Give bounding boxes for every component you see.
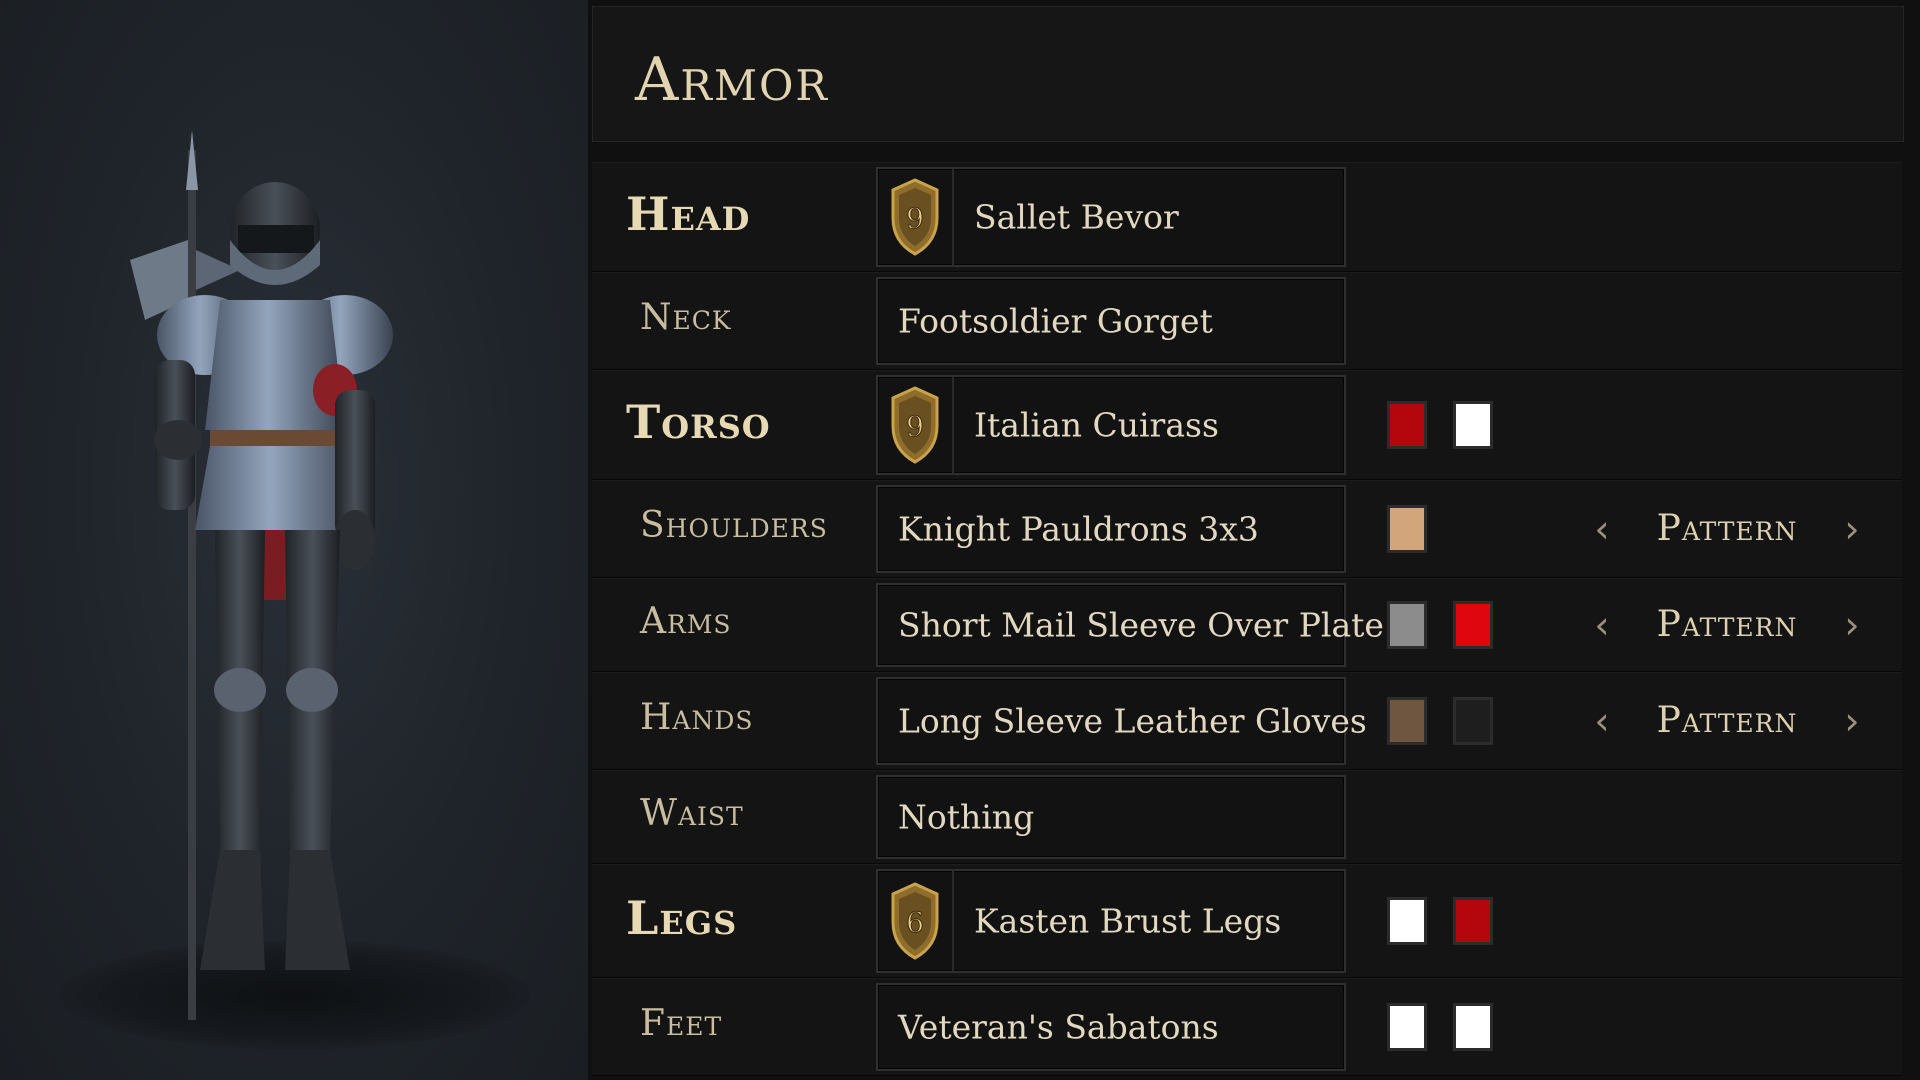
slot-label-legs: Legs — [626, 891, 738, 945]
item-select-arms[interactable]: Short Mail Sleeve Over Plate — [876, 583, 1384, 667]
pattern-selector-hands: ‹ Pattern › — [1577, 691, 1877, 751]
chevron-left-icon[interactable]: ‹ — [1577, 691, 1627, 751]
item-select-waist[interactable]: Nothing — [876, 775, 1346, 859]
slot-label-hands: Hands — [640, 697, 754, 738]
pattern-selector-arms: ‹ Pattern › — [1577, 595, 1877, 655]
pattern-label: Pattern — [1656, 700, 1798, 741]
color-swatch-torso-2[interactable] — [1453, 401, 1493, 449]
item-select-torso[interactable]: 9 Italian Cuirass — [876, 375, 1346, 475]
chevron-left-icon[interactable]: ‹ — [1577, 499, 1627, 559]
svg-text:9: 9 — [906, 202, 924, 235]
title-bar: Armor — [592, 6, 1904, 142]
slot-label-neck: Neck — [640, 297, 732, 338]
color-swatch-legs-2[interactable] — [1453, 897, 1493, 945]
chevron-left-icon[interactable]: ‹ — [1577, 595, 1627, 655]
item-name-shoulders: Knight Pauldrons 3x3 — [898, 509, 1259, 549]
slot-row-shoulders: Shoulders Knight Pauldrons 3x3 ‹ Pattern › — [592, 480, 1902, 578]
slot-row-legs: Legs 6 Kasten Brust Legs — [592, 864, 1902, 978]
pattern-label: Pattern — [1656, 604, 1798, 645]
color-swatch-legs-1[interactable] — [1387, 897, 1427, 945]
tier-badge-icon: 9 — [878, 169, 954, 265]
color-swatch-arms-1[interactable] — [1387, 601, 1427, 649]
color-swatch-shoulders-1[interactable] — [1387, 505, 1427, 553]
svg-text:6: 6 — [906, 906, 924, 939]
slot-label-waist: Waist — [640, 793, 744, 834]
item-name-arms: Short Mail Sleeve Over Plate — [898, 605, 1384, 645]
slot-label-feet: Feet — [640, 1003, 723, 1044]
slot-label-shoulders: Shoulders — [640, 505, 828, 546]
item-name-torso: Italian Cuirass — [974, 405, 1219, 445]
slot-row-torso: Torso 9 Italian Cuirass — [592, 370, 1902, 480]
slot-row-head: Head 9 Sallet Bevor — [592, 162, 1902, 272]
item-select-neck[interactable]: Footsoldier Gorget — [876, 277, 1346, 365]
item-select-legs[interactable]: 6 Kasten Brust Legs — [876, 869, 1346, 973]
page-title: Armor — [635, 45, 830, 115]
color-swatch-hands-2[interactable] — [1453, 697, 1493, 745]
slot-label-arms: Arms — [640, 601, 732, 642]
color-swatch-feet-1[interactable] — [1387, 1003, 1427, 1051]
item-name-neck: Footsoldier Gorget — [898, 301, 1213, 341]
character-preview[interactable] — [0, 0, 588, 1080]
knight-model-image — [130, 130, 393, 1020]
tier-badge-icon: 9 — [878, 377, 954, 473]
item-select-hands[interactable]: Long Sleeve Leather Gloves — [876, 677, 1367, 765]
armor-panel: Armor Head 9 Sallet Bevor Neck Footsoldier G… — [588, 0, 1920, 1080]
item-name-feet: Veteran's Sabatons — [898, 1007, 1219, 1047]
color-swatch-hands-1[interactable] — [1387, 697, 1427, 745]
item-name-head: Sallet Bevor — [974, 197, 1179, 237]
item-name-hands: Long Sleeve Leather Gloves — [898, 701, 1367, 741]
color-swatch-arms-2[interactable] — [1453, 601, 1493, 649]
slot-label-torso: Torso — [626, 395, 771, 449]
chevron-right-icon[interactable]: › — [1827, 499, 1877, 559]
item-select-head[interactable]: 9 Sallet Bevor — [876, 167, 1346, 267]
item-select-feet[interactable]: Veteran's Sabatons — [876, 983, 1346, 1071]
slot-row-hands: Hands Long Sleeve Leather Gloves ‹ Pattern › — [592, 672, 1902, 770]
chevron-right-icon[interactable]: › — [1827, 691, 1877, 751]
color-swatch-torso-1[interactable] — [1387, 401, 1427, 449]
item-select-shoulders[interactable]: Knight Pauldrons 3x3 — [876, 485, 1346, 573]
pattern-label: Pattern — [1656, 508, 1798, 549]
item-name-waist: Nothing — [898, 797, 1035, 837]
slot-row-arms: Arms Short Mail Sleeve Over Plate ‹ Pattern… — [592, 578, 1902, 672]
slot-row-feet: Feet Veteran's Sabatons — [592, 978, 1902, 1076]
slot-row-waist: Waist Nothing — [592, 770, 1902, 864]
pattern-selector-shoulders: ‹ Pattern › — [1577, 499, 1877, 559]
tier-badge-icon: 6 — [878, 871, 954, 971]
color-swatch-feet-2[interactable] — [1453, 1003, 1493, 1051]
item-name-legs: Kasten Brust Legs — [974, 901, 1282, 941]
chevron-right-icon[interactable]: › — [1827, 595, 1877, 655]
slot-label-head: Head — [626, 187, 751, 241]
svg-text:9: 9 — [906, 410, 924, 443]
slot-row-neck: Neck Footsoldier Gorget — [592, 272, 1902, 370]
